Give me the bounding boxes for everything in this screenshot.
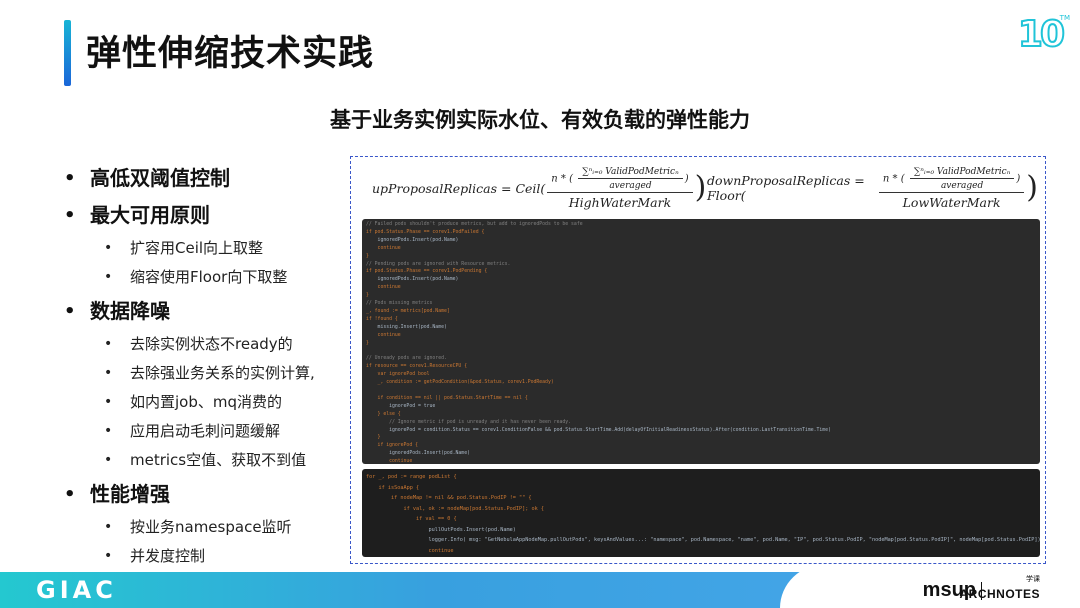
code-line: // Failed pods shouldn't produce metrics… [366,222,583,227]
code-line: ignoredPods.Insert(pod.Name) [366,277,459,283]
code-line: } else { [366,411,401,417]
title-accent-bar [64,20,71,86]
bullet-level2: metrics空值、获取不到值 [62,446,352,475]
up-denominator: HighWaterMark [568,194,672,210]
page-title: 弹性伸缩技术实践 [86,34,375,74]
code-figure-box: upProposalReplicas = Ceil( n * ( ∑ⁿᵢ₌₀ V… [350,156,1046,564]
code-line: logger.Info( msg: "GetNebulaAppNodeMap.p… [366,537,1040,543]
up-proposal-formula: upProposalReplicas = Ceil( n * ( ∑ⁿᵢ₌₀ V… [372,166,707,210]
bullet-level2: 去除实例状态不ready的 [62,330,352,359]
code-line: } [366,253,369,259]
code-line: if val, ok := nodeMap[pod.Status.PodIP];… [366,505,545,512]
code-line: if val == 0 { [366,516,457,522]
code-line: continue [366,332,401,338]
bullet-level1: 性能增强 [62,476,352,513]
code-line: _, found := metrics[pod.Name] [366,308,450,314]
bullet-level2: 去除强业务关系的实例计算, [62,359,352,388]
code-line: if resource == corev1.ResourceCPU { [366,364,468,370]
code-line: ignorePod = true [366,403,436,409]
down-fraction: n * ( ∑ⁿᵢ₌₀ ValidPodMetricₙ averaged ) L… [878,167,1025,210]
bullet-level2: 并发度控制 [62,542,352,571]
bullet-level2: 缩容使用Floor向下取整 [62,263,352,292]
code-line: for _, pod := range podList { [366,474,457,480]
bullet-level1: 最大可用原则 [62,197,352,234]
code-line: // Pending pods are ignored with Resourc… [366,261,511,267]
code-block-soa-filter: for _, pod := range podList { if isSoaAp… [362,469,1040,557]
code-line: ignoredPods.Insert(pod.Name) [366,237,459,243]
giac-logo: GIAC [36,576,117,604]
code-line: continue [366,547,454,554]
code-line: } [366,435,381,441]
code-line: } [366,556,1036,557]
bullet-level2: 应用启动毛刺问题缓解 [62,417,352,446]
bullet-level1: 高低双阈值控制 [62,160,352,197]
code-line: if pod.Status.Phase == corev1.PodFailed … [366,229,485,235]
code-line: continue [366,459,413,464]
code-line: ignorePod = condition.Status == corev1.C… [366,427,831,433]
code-line: if pod.Status.Phase == corev1.PodPending… [366,269,488,275]
archnotes-cn-mark: 学课 [1026,575,1040,583]
bullet-level2: 按业务namespace监听 [62,513,352,542]
slide-subtitle: 基于业务实例实际水位、有效负载的弹性能力 [330,108,750,132]
archnotes-logo: ARCHNOTES [959,587,1040,601]
code-line: _, condition := getPodCondition(&pod.Sta… [366,380,554,386]
up-fraction: n * ( ∑ⁿᵢ₌₀ ValidPodMetricₙ averaged ) H… [547,167,693,210]
up-numerator: n * ( ∑ⁿᵢ₌₀ ValidPodMetricₙ averaged ) [547,167,693,193]
code-line: if !found { [366,316,398,322]
code-line: continue [366,245,401,251]
trademark-mark: TM [1059,14,1070,22]
code-line: var ignorePod bool [366,372,430,378]
formula-strip: upProposalReplicas = Ceil( n * ( ∑ⁿᵢ₌₀ V… [362,163,1038,213]
code-line: } [366,340,369,346]
code-line: // Pods missing metrics [366,301,433,307]
down-numerator: n * ( ∑ⁿᵢ₌₀ ValidPodMetricₙ averaged ) [878,167,1025,193]
bullet-level2: 扩容用Ceil向上取整 [62,234,352,263]
code-line: // Ignore metric if pod is unready and i… [366,419,572,425]
code-line: if isSoaApp { [366,484,420,491]
code-line: pullOutPods.Insert(pod.Name) [366,526,516,533]
bullet-level2-continuation: 如内置job、mq消费的 [62,388,352,417]
code-block-pod-filter: // Failed pods shouldn't produce metrics… [362,219,1040,464]
code-line: if ignorePod { [366,443,418,449]
bullet-level1: 数据降噪 [62,293,352,330]
code-line: // Unready pods are ignored. [366,356,447,362]
code-line: missing.Insert(pod.Name) [366,324,447,330]
down-denominator: LowWaterMark [902,194,1001,210]
down-proposal-formula: downProposalReplicas = Floor( n * ( ∑ⁿᵢ₌… [707,166,1038,210]
code-line: } [366,293,369,299]
code-line: if nodeMap != nil && pod.Status.PodIP !=… [366,495,532,501]
event-10th-logo: 10 [1017,13,1066,56]
code-line: continue [366,285,401,291]
code-line: ignoredPods.Insert(pod.Name) [366,451,470,457]
bullet-list: 高低双阈值控制 最大可用原则 扩容用Ceil向上取整 缩容使用Floor向下取整… [62,160,352,571]
code-line: if condition == nil || pod.Status.StartT… [366,395,528,401]
